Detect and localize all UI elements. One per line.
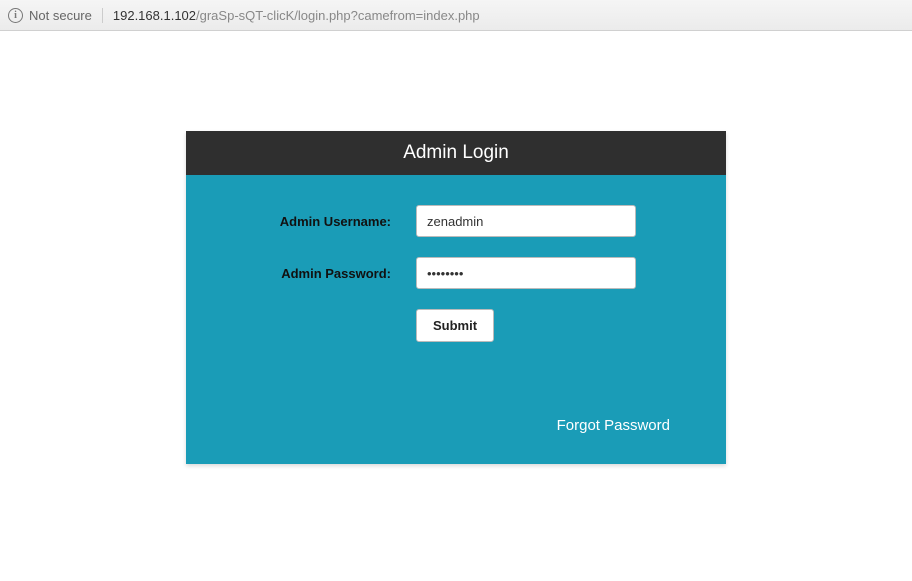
page-content: Admin Login Admin Username: Admin Passwo… <box>0 31 912 464</box>
forgot-password-container: Forgot Password <box>226 342 686 434</box>
username-label: Admin Username: <box>226 214 416 229</box>
submit-button[interactable]: Submit <box>416 309 494 342</box>
security-indicator[interactable]: i Not secure <box>8 8 103 23</box>
forgot-password-link[interactable]: Forgot Password <box>557 417 670 434</box>
login-form: Admin Username: Admin Password: Submit F… <box>186 175 726 464</box>
url-domain: 192.168.1.102 <box>113 8 196 23</box>
security-label: Not secure <box>29 8 92 23</box>
password-row: Admin Password: <box>226 257 686 289</box>
url-path: /graSp-sQT-clicK/login.php?camefrom=inde… <box>196 8 480 23</box>
browser-address-bar: i Not secure 192.168.1.102/graSp-sQT-cli… <box>0 0 912 31</box>
password-input[interactable] <box>416 257 636 289</box>
username-row: Admin Username: <box>226 205 686 237</box>
url-display[interactable]: 192.168.1.102/graSp-sQT-clicK/login.php?… <box>113 8 480 23</box>
login-panel: Admin Login Admin Username: Admin Passwo… <box>186 131 726 464</box>
info-icon: i <box>8 8 23 23</box>
password-label: Admin Password: <box>226 266 416 281</box>
submit-row: Submit <box>416 309 686 342</box>
username-input[interactable] <box>416 205 636 237</box>
login-header: Admin Login <box>186 131 726 175</box>
